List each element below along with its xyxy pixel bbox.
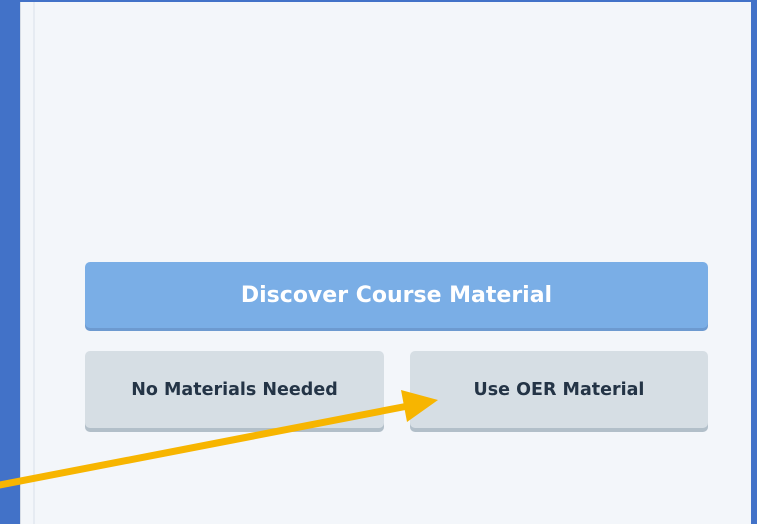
panel-divider [33,2,35,524]
use-oer-material-button[interactable]: Use OER Material [410,351,708,428]
discover-course-material-button[interactable]: Discover Course Material [85,262,708,328]
no-materials-needed-button[interactable]: No Materials Needed [85,351,384,428]
